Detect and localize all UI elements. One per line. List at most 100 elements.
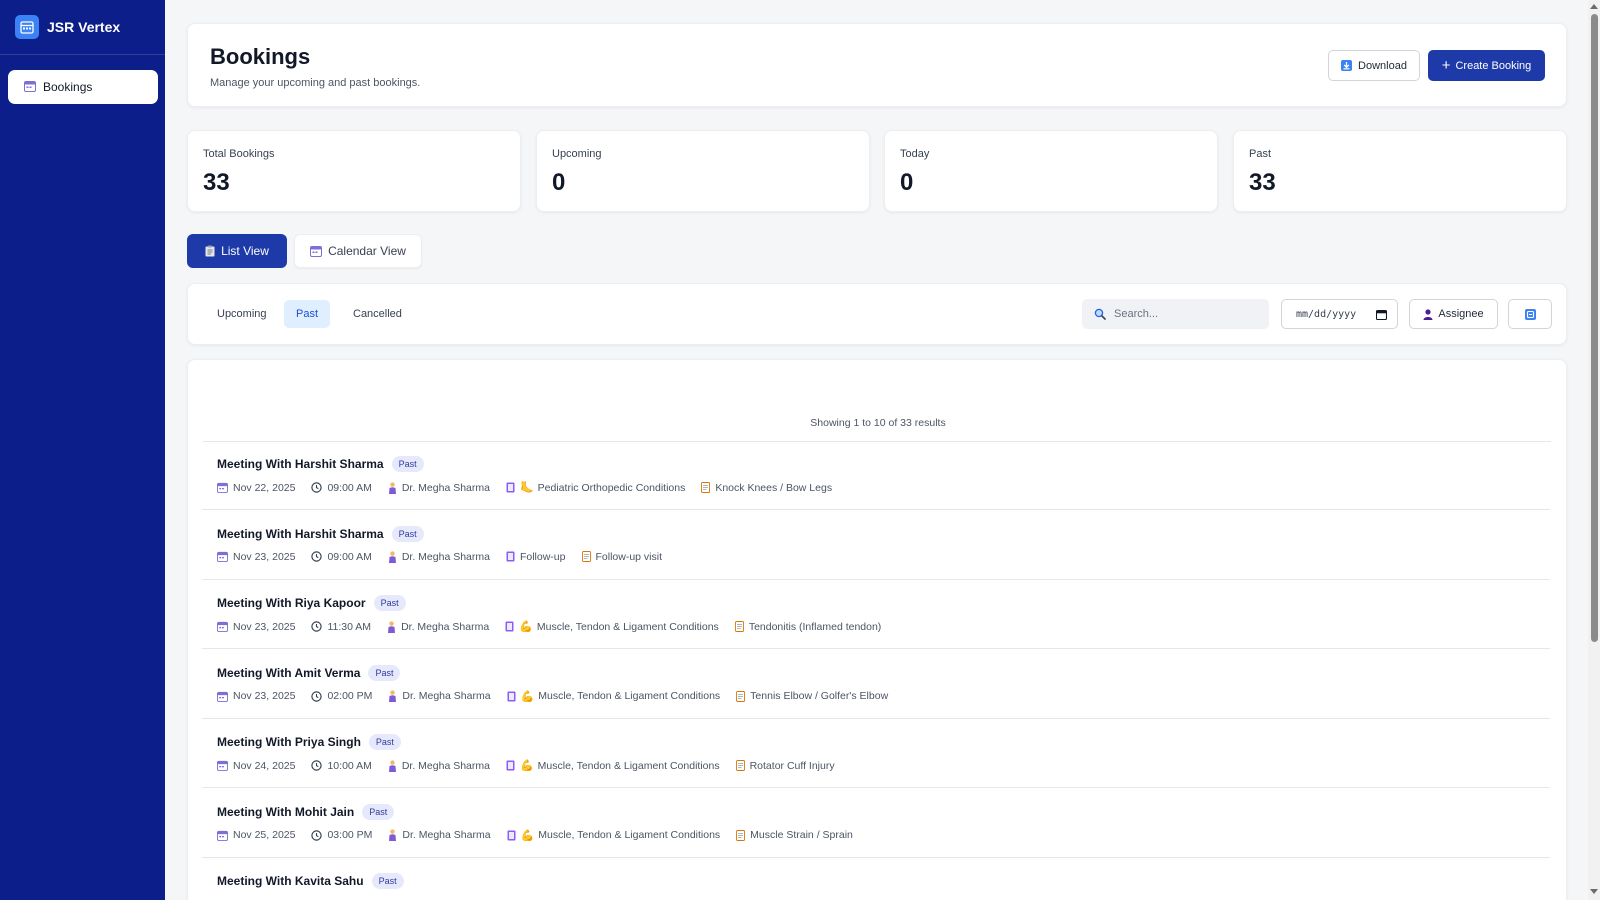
date-text: Nov 23, 2025 [233, 620, 296, 633]
create-booking-button[interactable]: + Create Booking [1428, 50, 1545, 81]
tab-upcoming[interactable]: Upcoming [205, 300, 279, 328]
scroll-up-arrow-icon[interactable] [1590, 4, 1598, 9]
assignee-text: Dr. Megha Sharma [401, 481, 490, 494]
booking-assignee: Dr. Megha Sharma [388, 551, 490, 563]
clipboard-icon [205, 245, 215, 257]
note-icon [735, 760, 745, 771]
stat-value: 33 [1249, 169, 1276, 196]
booking-title[interactable]: Meeting With Harshit Sharma [217, 457, 384, 471]
search-box[interactable] [1082, 299, 1269, 329]
tab-past[interactable]: Past [284, 300, 331, 328]
date-text: Nov 24, 2025 [233, 759, 296, 772]
booking-date: Nov 23, 2025 [217, 621, 295, 633]
person-icon [388, 690, 397, 702]
booking-row[interactable]: Meeting With Riya Kapoor Past Nov 23, 2025… [202, 580, 1550, 649]
booking-row[interactable]: Meeting With Harshit Sharma Past Nov 22, 2… [202, 441, 1550, 510]
booking-note: Rotator Cuff Injury [735, 759, 835, 772]
book-icon [507, 691, 516, 702]
time-text: 11:30 AM [327, 620, 372, 633]
booking-title[interactable]: Meeting With Mohit Jain [217, 805, 354, 819]
download-label: Download [1358, 59, 1407, 72]
booking-time: 09:00 AM [311, 482, 372, 494]
status-badge: Past [371, 873, 404, 889]
plus-icon: + [1441, 57, 1451, 74]
time-text: 09:00 AM [327, 550, 372, 563]
assignee-label: Assignee [1438, 308, 1484, 320]
booking-category: 💪 Muscle, Tendon & Ligament Conditions [507, 829, 721, 842]
scroll-down-arrow-icon[interactable] [1590, 889, 1598, 894]
sidebar-item-bookings[interactable]: Bookings [8, 70, 158, 104]
stat-value: 33 [203, 169, 230, 196]
booking-row[interactable]: Meeting With Harshit Sharma Past Nov 23, 2… [202, 511, 1550, 580]
status-badge: Past [373, 595, 406, 611]
date-text: Nov 22, 2025 [233, 481, 296, 494]
status-badge: Past [368, 664, 401, 681]
booking-title[interactable]: Meeting With Priya Singh [217, 735, 361, 749]
booking-row[interactable]: Meeting With Kavita Sahu Past [202, 858, 1550, 900]
note-icon [736, 829, 746, 841]
booking-time: 10:00 AM [311, 760, 372, 772]
book-icon [505, 621, 514, 632]
booking-assignee: Dr. Megha Sharma [388, 829, 491, 841]
clock-icon [311, 760, 323, 771]
scrollbar-thumb[interactable] [1591, 14, 1598, 642]
calendar-view-button[interactable]: Calendar View [294, 234, 422, 268]
note-icon [734, 621, 744, 632]
person-icon [387, 620, 396, 633]
date-filter-input[interactable]: mm/dd/yyyy [1281, 299, 1398, 329]
booking-title[interactable]: Meeting With Harshit Sharma [217, 527, 384, 541]
booking-row[interactable]: Meeting With Amit Verma Past Nov 23, 2025 0… [202, 650, 1550, 719]
search-input[interactable] [1114, 308, 1254, 320]
booking-title[interactable]: Meeting With Kavita Sahu [217, 874, 364, 888]
booking-row[interactable]: Meeting With Mohit Jain Past Nov 25, 2025 0… [202, 789, 1550, 858]
booking-note: Muscle Strain / Sprain [736, 829, 853, 841]
page-scrollbar[interactable] [1588, 0, 1600, 900]
note-text: Follow-up visit [595, 550, 663, 563]
date-placeholder: mm/dd/yyyy [1296, 308, 1357, 320]
page-subtitle: Manage your upcoming and past bookings. [210, 77, 421, 89]
booking-note: Tennis Elbow / Golfer's Elbow [736, 690, 888, 702]
clock-icon [311, 690, 323, 702]
stat-card-today: Today 0 [884, 130, 1218, 212]
sidebar: JSR Vertex Bookings [0, 0, 165, 900]
assignee-filter-button[interactable]: Assignee [1409, 299, 1498, 329]
booking-note: Follow-up visit [581, 550, 663, 563]
booking-title-row: Meeting With Riya Kapoor Past [217, 595, 406, 611]
book-icon [506, 482, 515, 493]
calendar-icon [217, 691, 228, 702]
booking-title-row: Meeting With Harshit Sharma Past [217, 525, 424, 542]
clock-icon [311, 482, 323, 493]
booking-date: Nov 24, 2025 [217, 760, 295, 772]
brand[interactable]: JSR Vertex [0, 0, 165, 55]
booking-category: 💪 Muscle, Tendon & Ligament Conditions [506, 759, 720, 772]
clock-icon [311, 829, 323, 841]
booking-title[interactable]: Meeting With Riya Kapoor [217, 596, 366, 610]
booking-meta: Nov 22, 2025 09:00 AM Dr. Megha Sharma 🦶 Ped… [217, 481, 848, 494]
note-text: Tendonitis (Inflamed tendon) [748, 620, 882, 633]
filter-options-button[interactable] [1508, 299, 1552, 329]
booking-meta: Nov 23, 2025 11:30 AM Dr. Megha Sharma 💪 Mus… [217, 620, 897, 633]
calendar-icon [310, 245, 323, 257]
tab-cancelled[interactable]: Cancelled [341, 300, 414, 328]
category-text: Muscle, Tendon & Ligament Conditions [538, 829, 721, 841]
booking-note: Tendonitis (Inflamed tendon) [734, 620, 882, 633]
category-emoji-icon: 💪 [520, 829, 535, 842]
booking-title[interactable]: Meeting With Amit Verma [217, 666, 360, 680]
time-text: 03:00 PM [327, 829, 373, 841]
booking-row[interactable]: Meeting With Priya Singh Past Nov 24, 2025… [202, 719, 1550, 788]
booking-meta: Nov 25, 2025 03:00 PM Dr. Megha Sharma 💪 Mus… [217, 829, 869, 842]
sidebar-item-label: Bookings [43, 80, 93, 94]
page-header: Bookings Manage your upcoming and past b… [187, 23, 1567, 107]
note-text: Rotator Cuff Injury [749, 759, 835, 772]
person-icon [388, 481, 397, 494]
note-text: Tennis Elbow / Golfer's Elbow [750, 690, 889, 702]
list-view-button[interactable]: List View [187, 234, 287, 268]
category-emoji-icon: 🦶 [519, 482, 534, 494]
filter-bar: Upcoming Past Cancelled mm/dd/yyyy Assig… [187, 283, 1567, 345]
calendar-icon[interactable] [1376, 309, 1387, 320]
booking-meta: Nov 23, 2025 09:00 AM Dr. Megha Sharma Foll… [217, 551, 678, 563]
status-badge: Past [391, 456, 424, 472]
person-icon [388, 829, 397, 841]
status-badge: Past [362, 803, 395, 820]
download-button[interactable]: Download [1328, 50, 1420, 81]
